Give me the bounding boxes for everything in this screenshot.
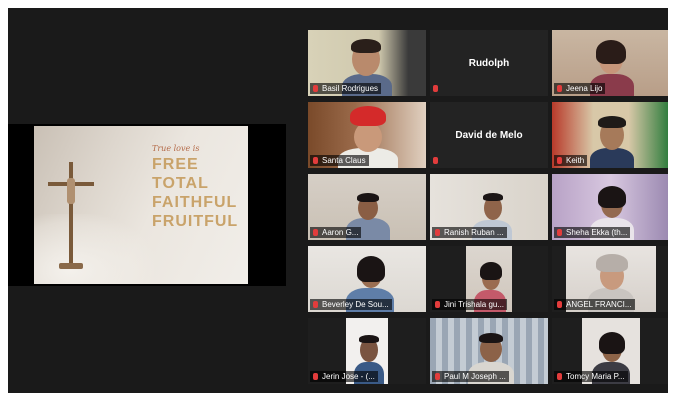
participant-name: Ranish Ruban ...	[432, 227, 507, 238]
mic-muted-icon	[557, 373, 562, 380]
participant-name: Sheha Ekka (th...	[554, 227, 631, 238]
mic-muted-icon	[313, 157, 318, 164]
mic-muted-icon	[433, 157, 438, 164]
slide-line-4: FRUITFUL	[152, 213, 239, 230]
crucifix-figure	[67, 178, 75, 204]
participant-name: Santa Claus	[310, 155, 369, 166]
video-tile-jerin[interactable]: Jerin Jose - (...	[308, 318, 426, 384]
video-tile-keith[interactable]: Keith	[552, 102, 668, 168]
mic-muted-icon	[435, 229, 440, 236]
participant-name-center: David de Melo	[455, 129, 523, 141]
mic-muted-icon	[313, 85, 318, 92]
mic-muted-icon	[557, 157, 562, 164]
participant-name: Beverley De Sou...	[310, 299, 392, 310]
video-tile-tomcy[interactable]: Tomcy Maria P...	[552, 318, 668, 384]
presentation-slide: True love is FREE TOTAL FAITHFUL FRUITFU…	[34, 126, 248, 284]
video-tile-basil[interactable]: Basil Rodrigues	[308, 30, 426, 96]
participant-name: Paul M Joseph ...	[432, 371, 509, 382]
video-tile-beverley[interactable]: Beverley De Sou...	[308, 246, 426, 312]
slide-haze	[34, 214, 154, 284]
video-tile-angel[interactable]: ANGEL FRANCI...	[552, 246, 668, 312]
participant-name: Jerin Jose - (...	[310, 371, 378, 382]
participant-name: Jeena Lijo	[554, 83, 606, 94]
slide-text: True love is FREE TOTAL FAITHFUL FRUITFU…	[152, 144, 246, 231]
participant-name: Jini Trishala gu...	[432, 299, 508, 310]
mic-muted-icon	[435, 373, 440, 380]
video-tile-jini[interactable]: Jini Trishala gu...	[430, 246, 548, 312]
video-tile-david[interactable]: David de Melo	[430, 102, 548, 168]
slide-line-3: FAITHFUL	[152, 194, 238, 211]
video-tile-santa[interactable]: Santa Claus	[308, 102, 426, 168]
video-tile-jeena[interactable]: Jeena Lijo	[552, 30, 668, 96]
participant-name: Keith	[554, 155, 588, 166]
mic-muted-icon	[433, 85, 438, 92]
mic-muted-icon	[313, 229, 318, 236]
participant-name-center: Rudolph	[468, 57, 510, 69]
video-tile-ranish[interactable]: Ranish Ruban ...	[430, 174, 548, 240]
slide-line-2: TOTAL	[152, 175, 209, 192]
video-tile-sheha[interactable]: Sheha Ekka (th...	[552, 174, 668, 240]
video-tile-aaron[interactable]: Aaron G...	[308, 174, 426, 240]
participant-name: ANGEL FRANCI...	[554, 299, 635, 310]
mic-muted-icon	[313, 373, 318, 380]
video-tile-rudolph[interactable]: Rudolph	[430, 30, 548, 96]
participant-name: Basil Rodrigues	[310, 83, 382, 94]
mic-muted-icon	[313, 301, 318, 308]
mic-muted-icon	[557, 301, 562, 308]
video-tile-paul[interactable]: Paul M Joseph ...	[430, 318, 548, 384]
participant-name: Tomcy Maria P...	[554, 371, 628, 382]
slide-line-1: FREE	[152, 156, 199, 173]
mic-muted-icon	[557, 85, 562, 92]
cross-base	[59, 263, 83, 269]
slide-subtitle: True love is	[152, 144, 200, 153]
mic-muted-icon	[557, 229, 562, 236]
mic-muted-icon	[435, 301, 440, 308]
participant-name: Aaron G...	[310, 227, 362, 238]
meeting-window: True love is FREE TOTAL FAITHFUL FRUITFU…	[8, 8, 668, 393]
shared-screen[interactable]: True love is FREE TOTAL FAITHFUL FRUITFU…	[8, 124, 286, 286]
